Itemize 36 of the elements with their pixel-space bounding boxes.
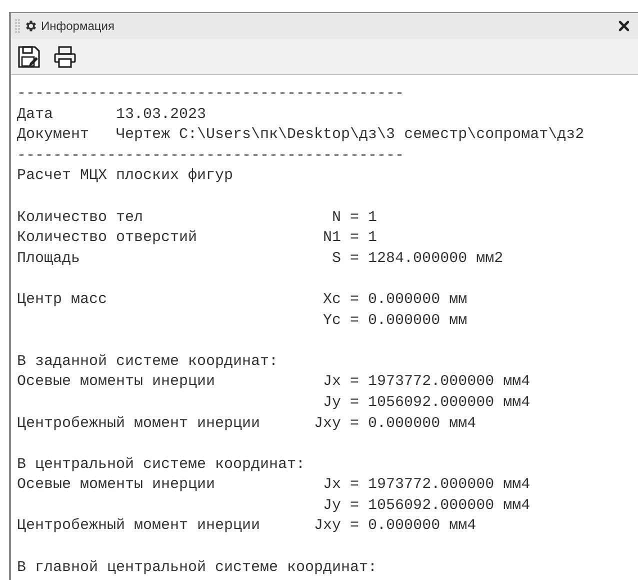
result-value: S = 1284.000000 мм2 [332, 248, 504, 269]
result-value: N1 = 1 [323, 228, 378, 248]
report-text: В заданной системе координат: [17, 352, 278, 372]
close-icon [616, 18, 632, 34]
result-value: Jy = 1056092.000000 мм4 [323, 392, 530, 413]
result-value: Yc = 0.000000 мм [323, 310, 468, 331]
report-text: В главной центральной системе координат: [17, 558, 378, 578]
result-value: Jx = 1973772.000000 мм4 [323, 372, 530, 392]
print-icon[interactable] [53, 44, 77, 68]
report-text: ------------------------------------------- [17, 146, 404, 166]
save-icon[interactable] [17, 44, 41, 68]
result-value: Jxy = 0.000000 мм4 [314, 414, 476, 434]
window-title: Информация [41, 18, 114, 35]
result-value: Jx = 1973772.000000 мм4 [323, 475, 530, 496]
result-label: Осевые моменты инерции [17, 476, 216, 494]
result-label: Центробежный момент инерции [17, 517, 260, 534]
result-value: Jy = 1056092.000000 мм4 [323, 496, 530, 516]
result-label: Количество отверстий [17, 229, 198, 246]
result-label: Центробежный момент инерции [17, 414, 260, 432]
field-value: 13.03.2023 [116, 104, 206, 125]
report-text: ------------------------------------------- [17, 84, 404, 104]
result-value: Xc = 0.000000 мм [323, 290, 468, 310]
result-label: Площадь [17, 250, 80, 267]
report-text: Расчет МЦХ плоских фигур [17, 166, 234, 186]
result-label: Центр масс [17, 290, 108, 308]
gear-icon [24, 19, 38, 33]
field-value: Чертеж C:\Users\пк\Desktop\дз\3 семестр\сопромат\дз2 [116, 125, 584, 146]
close-button[interactable] [616, 18, 632, 34]
field-label: Дата [17, 106, 54, 123]
result-label: Осевые моменты инерции [17, 373, 216, 390]
report-text: В центральной системе координат: [17, 454, 306, 475]
result-value: Jxy = 0.000000 мм4 [314, 516, 476, 536]
result-label: Количество тел [17, 208, 144, 226]
field-label: Документ [17, 126, 90, 144]
result-value: N = 1 [332, 208, 378, 228]
grip-icon[interactable] [15, 19, 21, 33]
